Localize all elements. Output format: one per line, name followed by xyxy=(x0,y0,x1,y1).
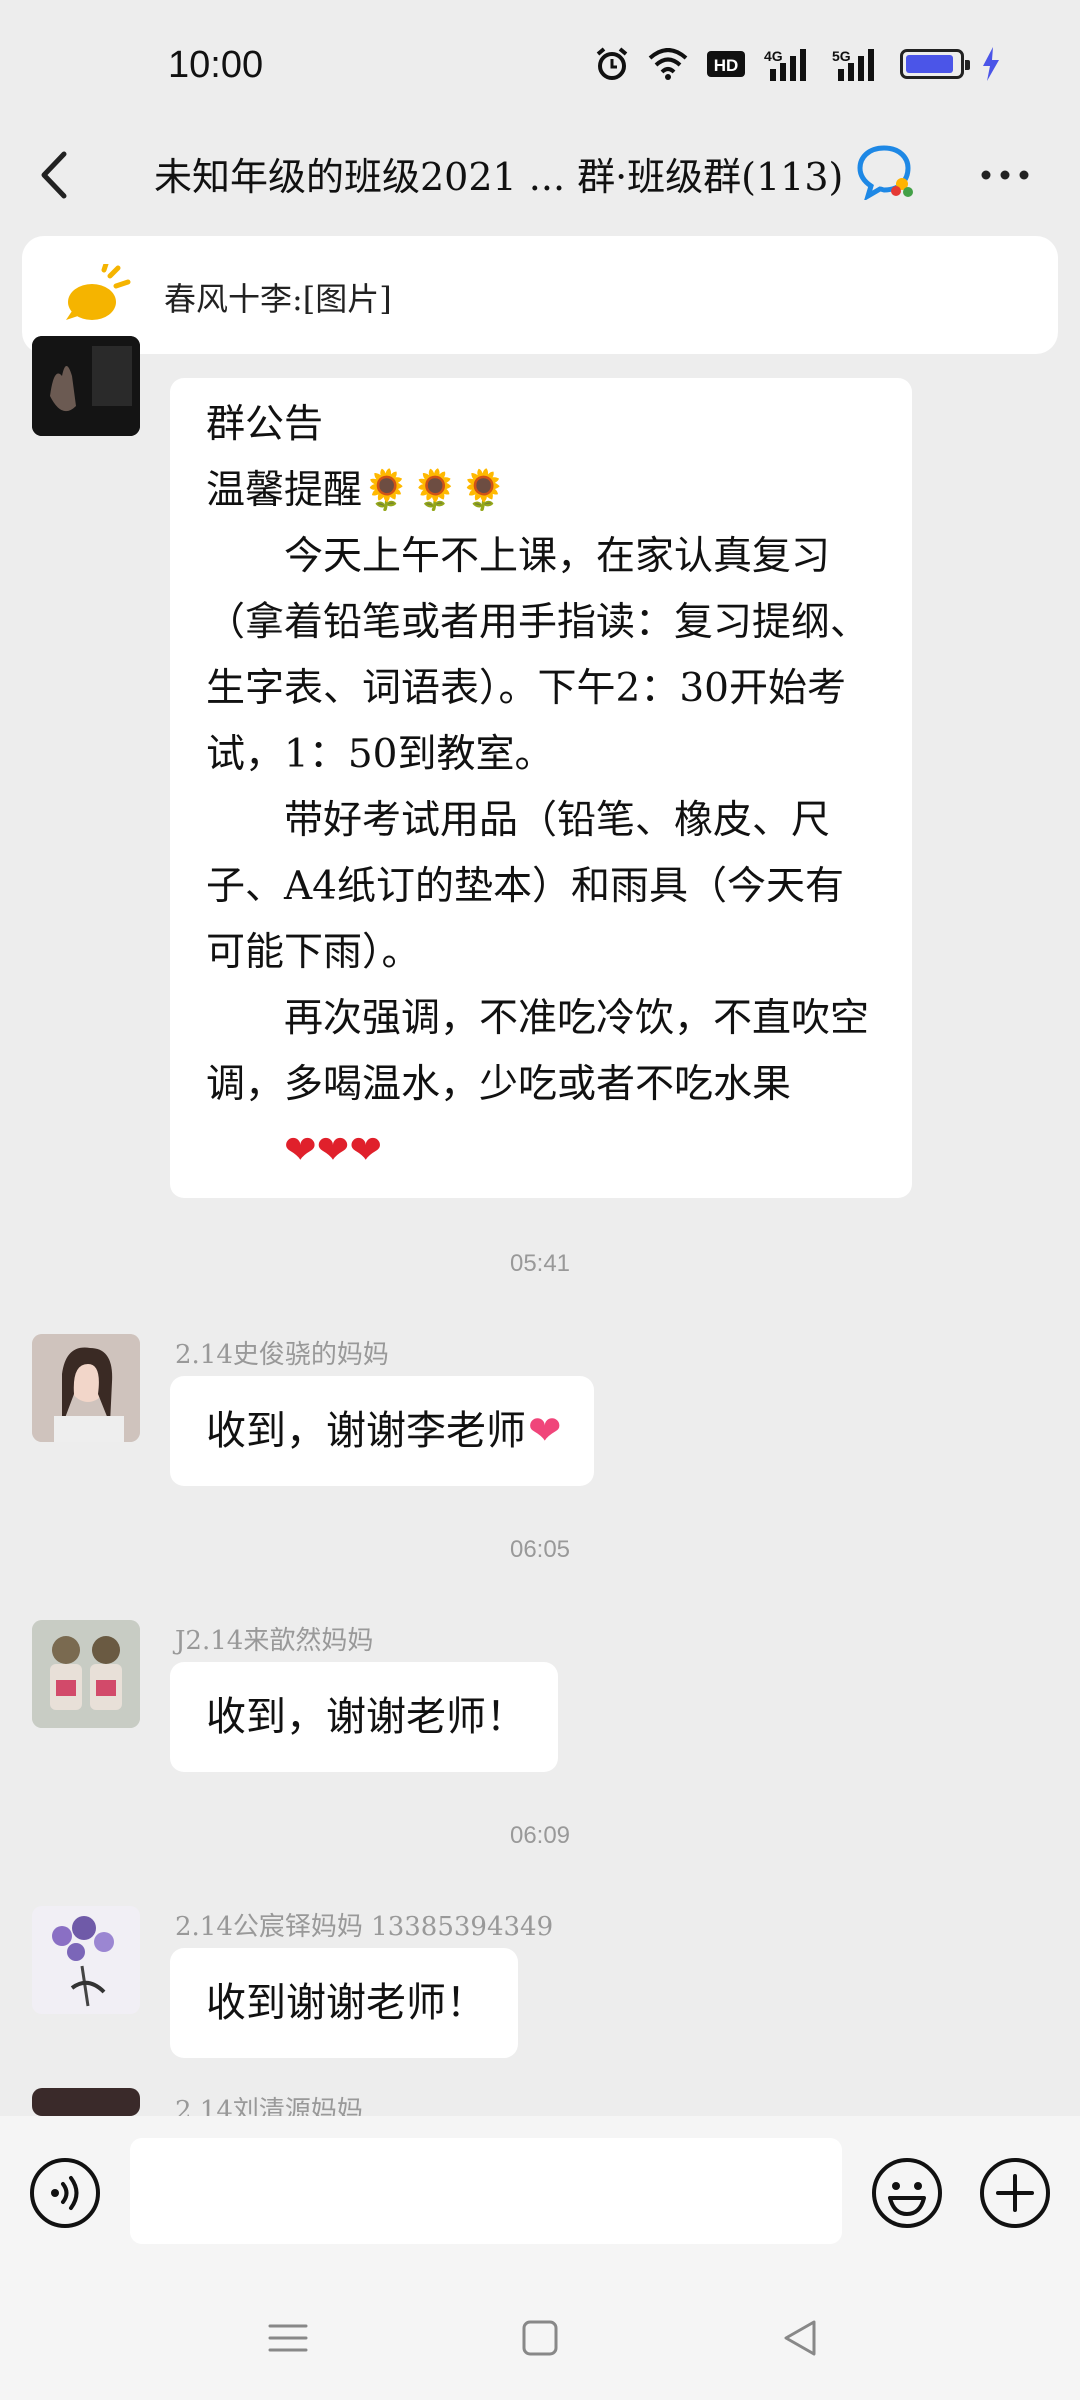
more-dots-icon xyxy=(981,170,1029,180)
message-timestamp: 06:05 xyxy=(509,1536,571,1563)
group-notice-bubble[interactable]: 群公告 温馨提醒🌻🌻🌻 今天上午不上课，在家认真复习（拿着铅笔或者用手指读：复习… xyxy=(170,378,912,1198)
charging-icon xyxy=(982,47,1000,81)
signal-5g-icon: 5G xyxy=(832,47,882,81)
chevron-left-icon xyxy=(41,151,67,199)
avatar-image xyxy=(32,1906,140,2014)
avatar[interactable] xyxy=(32,1334,140,1442)
notice-para3: 再次强调，不准吃冷饮，不直吹空调，多喝温水，少吃或者不吃水果 xyxy=(206,996,870,1107)
signal-4g-icon: 4G xyxy=(764,47,814,81)
message-bubble[interactable]: 收到，谢谢老师！ xyxy=(170,1662,558,1772)
avatar-image xyxy=(32,1334,140,1442)
back-triangle-icon xyxy=(784,2320,816,2356)
avatar[interactable] xyxy=(32,1620,140,1728)
avatar-image xyxy=(32,1620,140,1728)
nav-menu-button[interactable] xyxy=(266,2316,310,2364)
4g-label: 4G xyxy=(764,48,783,64)
avatar[interactable] xyxy=(32,336,140,436)
notice-para3-wrap: 再次强调，不准吃冷饮，不直吹空调，多喝温水，少吃或者不吃水果 ❤❤❤ xyxy=(206,986,876,1184)
avatar-image xyxy=(32,336,140,436)
notice-line1-text: 温馨提醒 xyxy=(206,468,363,513)
message-bubble[interactable]: 收到，谢谢李老师 ❤ xyxy=(170,1376,594,1486)
megaphone-icon xyxy=(62,261,132,330)
pink-heart-icon: ❤ xyxy=(528,1408,562,1454)
sender-name: J2.14来歆然妈妈 xyxy=(175,1626,374,1656)
message-bubble[interactable]: 收到谢谢老师！ xyxy=(170,1948,518,2058)
battery-level xyxy=(906,55,953,73)
nav-back-button[interactable] xyxy=(778,2316,822,2364)
hd-icon: HD xyxy=(706,49,746,79)
message-timestamp: 06:09 xyxy=(509,1822,571,1849)
status-bar: 10:00 HD 4G 5G xyxy=(0,0,1080,120)
wifi-icon xyxy=(648,48,688,80)
group-chat-icon[interactable] xyxy=(856,144,916,204)
home-square-icon xyxy=(522,2320,558,2356)
notice-para1: 今天上午不上课，在家认真复习（拿着铅笔或者用手指读：复习提纲、生字表、词语表）。… xyxy=(206,534,870,777)
emoji-icon xyxy=(872,2158,942,2228)
sender-name: 2.14史俊骁的妈妈 xyxy=(175,1340,389,1370)
battery-tip xyxy=(965,60,970,70)
battery-icon xyxy=(900,49,970,79)
plus-icon xyxy=(980,2158,1050,2228)
message-text: 收到谢谢老师！ xyxy=(206,1980,486,2026)
voice-input-button[interactable] xyxy=(28,2156,102,2234)
more-button[interactable] xyxy=(970,140,1040,210)
back-button[interactable] xyxy=(30,140,90,210)
page-title: 未知年级的班级2021 ... 群·班级群(113) xyxy=(154,155,844,199)
avatar[interactable] xyxy=(32,1906,140,2014)
chat-header: 未知年级的班级2021 ... 群·班级群(113) xyxy=(0,120,1080,230)
voice-icon xyxy=(30,2158,100,2228)
notice-line1: 温馨提醒🌻🌻🌻 xyxy=(206,458,876,524)
hd-label: HD xyxy=(714,56,739,75)
message-input-bar xyxy=(0,2116,1080,2400)
emoji-button[interactable] xyxy=(870,2156,944,2234)
message-input[interactable] xyxy=(130,2138,842,2244)
sunflower-icon: 🌻🌻🌻 xyxy=(362,468,508,513)
add-attachment-button[interactable] xyxy=(978,2156,1052,2234)
message-text: 收到，谢谢老师！ xyxy=(206,1694,526,1740)
status-time: 10:00 xyxy=(168,44,264,86)
notice-heading: 群公告 xyxy=(206,402,324,447)
pinned-text: 春风十李:[图片] xyxy=(164,280,392,318)
notice-para2: 带好考试用品（铅笔、橡皮、尺子、A4纸订的垫本）和雨具（今天有可能下雨）。 xyxy=(206,798,844,975)
status-icons: HD 4G 5G xyxy=(594,46,1000,82)
5g-label: 5G xyxy=(832,48,851,64)
nav-home-button[interactable] xyxy=(518,2316,562,2364)
red-heart-icon: ❤❤❤ xyxy=(284,1128,383,1173)
message-text: 收到，谢谢李老师 xyxy=(206,1408,526,1454)
menu-icon xyxy=(268,2324,308,2352)
message-timestamp: 05:41 xyxy=(509,1250,571,1277)
sender-name: 2.14公宸铎妈妈 13385394349 xyxy=(175,1912,554,1942)
alarm-icon xyxy=(594,46,630,82)
avatar[interactable] xyxy=(32,2088,140,2116)
pinned-message-banner[interactable]: 春风十李:[图片] xyxy=(22,236,1058,354)
